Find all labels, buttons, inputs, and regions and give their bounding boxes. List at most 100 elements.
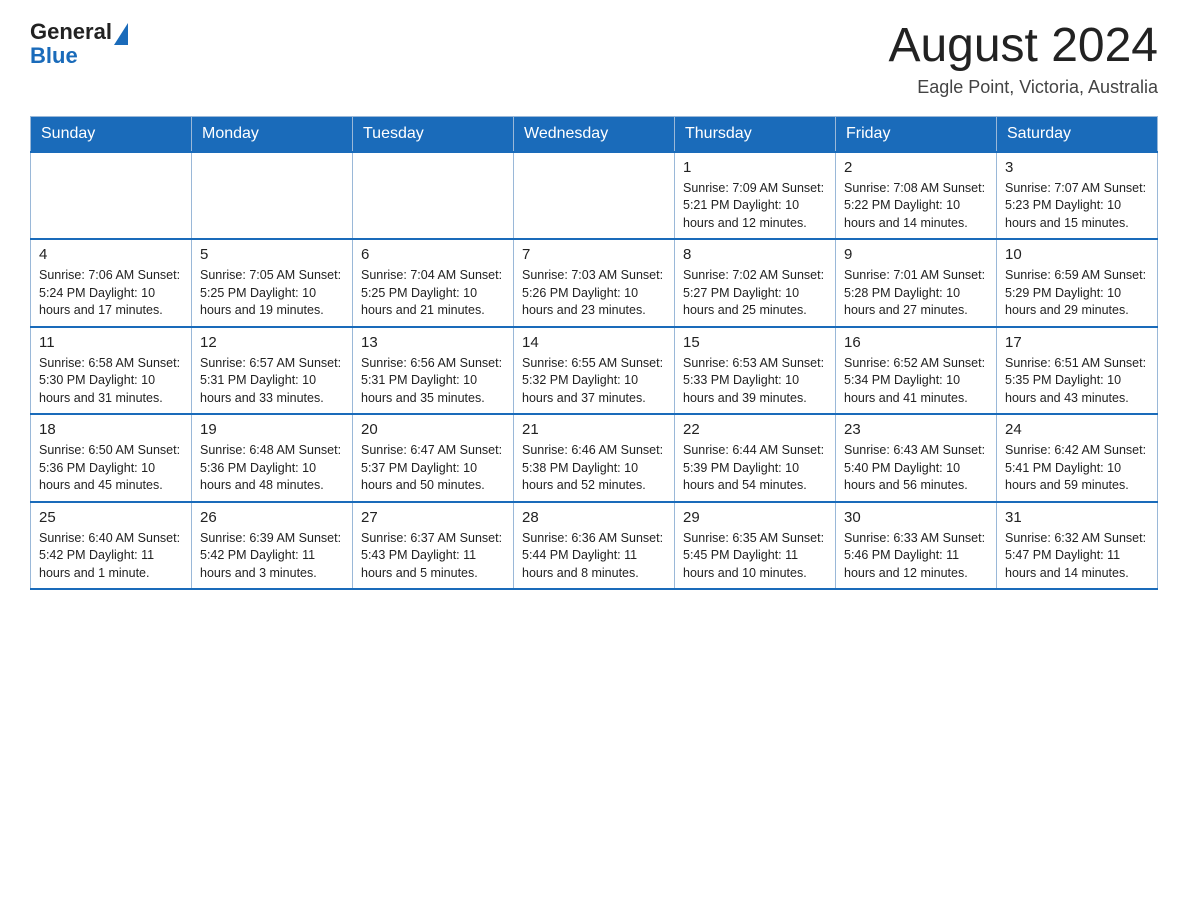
day-number: 29 — [683, 509, 827, 526]
day-info: Sunrise: 6:57 AM Sunset: 5:31 PM Dayligh… — [200, 355, 344, 408]
title-area: August 2024 Eagle Point, Victoria, Austr… — [888, 20, 1158, 98]
calendar-cell — [192, 152, 353, 240]
day-info: Sunrise: 7:04 AM Sunset: 5:25 PM Dayligh… — [361, 267, 505, 320]
calendar-cell: 6 Sunrise: 7:04 AM Sunset: 5:25 PM Daylig… — [353, 239, 514, 327]
day-info: Sunrise: 6:47 AM Sunset: 5:37 PM Dayligh… — [361, 442, 505, 495]
calendar-cell — [353, 152, 514, 240]
calendar-cell: 27Sunrise: 6:37 AM Sunset: 5:43 PM Dayli… — [353, 502, 514, 590]
day-number: 25 — [39, 509, 183, 526]
day-number: 4 — [39, 246, 183, 263]
calendar-cell: 14 Sunrise: 6:55 AM Sunset: 5:32 PM Dayli… — [514, 327, 675, 415]
calendar-cell: 24Sunrise: 6:42 AM Sunset: 5:41 PM Dayli… — [997, 414, 1158, 502]
calendar-table: SundayMondayTuesdayWednesdayThursdayFrid… — [30, 116, 1158, 591]
calendar-cell: 21 Sunrise: 6:46 AM Sunset: 5:38 PM Dayli… — [514, 414, 675, 502]
calendar-cell: 18Sunrise: 6:50 AM Sunset: 5:36 PM Dayli… — [31, 414, 192, 502]
day-number: 26 — [200, 509, 344, 526]
day-info: Sunrise: 6:36 AM Sunset: 5:44 PM Dayligh… — [522, 530, 666, 583]
calendar-cell: 15 Sunrise: 6:53 AM Sunset: 5:33 PM Dayli… — [675, 327, 836, 415]
logo-general-text: General — [30, 20, 112, 44]
day-number: 31 — [1005, 509, 1149, 526]
page-title: August 2024 — [888, 20, 1158, 73]
logo-triangle-icon — [114, 23, 128, 45]
day-info: Sunrise: 6:39 AM Sunset: 5:42 PM Dayligh… — [200, 530, 344, 583]
page-header: General Blue August 2024 Eagle Point, Vi… — [30, 20, 1158, 98]
calendar-cell: 17 Sunrise: 6:51 AM Sunset: 5:35 PM Dayli… — [997, 327, 1158, 415]
calendar-cell: 11Sunrise: 6:58 AM Sunset: 5:30 PM Dayli… — [31, 327, 192, 415]
logo: General Blue — [30, 20, 128, 68]
day-info: Sunrise: 7:08 AM Sunset: 5:22 PM Dayligh… — [844, 180, 988, 233]
calendar-cell: 13Sunrise: 6:56 AM Sunset: 5:31 PM Dayli… — [353, 327, 514, 415]
day-info: Sunrise: 6:37 AM Sunset: 5:43 PM Dayligh… — [361, 530, 505, 583]
page-subtitle: Eagle Point, Victoria, Australia — [888, 77, 1158, 98]
day-info: Sunrise: 6:53 AM Sunset: 5:33 PM Dayligh… — [683, 355, 827, 408]
calendar-cell: 7 Sunrise: 7:03 AM Sunset: 5:26 PM Daylig… — [514, 239, 675, 327]
day-info: Sunrise: 7:09 AM Sunset: 5:21 PM Dayligh… — [683, 180, 827, 233]
calendar-cell — [31, 152, 192, 240]
day-number: 30 — [844, 509, 988, 526]
calendar-cell: 29 Sunrise: 6:35 AM Sunset: 5:45 PM Dayli… — [675, 502, 836, 590]
calendar-header-tuesday: Tuesday — [353, 116, 514, 152]
calendar-cell: 10 Sunrise: 6:59 AM Sunset: 5:29 PM Dayli… — [997, 239, 1158, 327]
calendar-cell: 25Sunrise: 6:40 AM Sunset: 5:42 PM Dayli… — [31, 502, 192, 590]
calendar-header-monday: Monday — [192, 116, 353, 152]
day-info: Sunrise: 6:44 AM Sunset: 5:39 PM Dayligh… — [683, 442, 827, 495]
calendar-week-row: 25Sunrise: 6:40 AM Sunset: 5:42 PM Dayli… — [31, 502, 1158, 590]
day-number: 16 — [844, 334, 988, 351]
calendar-cell — [514, 152, 675, 240]
day-info: Sunrise: 6:35 AM Sunset: 5:45 PM Dayligh… — [683, 530, 827, 583]
day-info: Sunrise: 6:59 AM Sunset: 5:29 PM Dayligh… — [1005, 267, 1149, 320]
calendar-cell: 1 Sunrise: 7:09 AM Sunset: 5:21 PM Daylig… — [675, 152, 836, 240]
calendar-cell: 9 Sunrise: 7:01 AM Sunset: 5:28 PM Daylig… — [836, 239, 997, 327]
day-info: Sunrise: 6:50 AM Sunset: 5:36 PM Dayligh… — [39, 442, 183, 495]
day-info: Sunrise: 6:33 AM Sunset: 5:46 PM Dayligh… — [844, 530, 988, 583]
day-number: 11 — [39, 334, 183, 351]
day-info: Sunrise: 6:48 AM Sunset: 5:36 PM Dayligh… — [200, 442, 344, 495]
day-number: 1 — [683, 159, 827, 176]
calendar-cell: 30 Sunrise: 6:33 AM Sunset: 5:46 PM Dayli… — [836, 502, 997, 590]
day-info: Sunrise: 6:51 AM Sunset: 5:35 PM Dayligh… — [1005, 355, 1149, 408]
day-info: Sunrise: 6:43 AM Sunset: 5:40 PM Dayligh… — [844, 442, 988, 495]
day-number: 28 — [522, 509, 666, 526]
day-number: 21 — [522, 421, 666, 438]
day-number: 12 — [200, 334, 344, 351]
calendar-header-thursday: Thursday — [675, 116, 836, 152]
day-number: 9 — [844, 246, 988, 263]
day-number: 14 — [522, 334, 666, 351]
day-number: 15 — [683, 334, 827, 351]
calendar-cell: 19 Sunrise: 6:48 AM Sunset: 5:36 PM Dayli… — [192, 414, 353, 502]
day-info: Sunrise: 6:52 AM Sunset: 5:34 PM Dayligh… — [844, 355, 988, 408]
day-info: Sunrise: 7:03 AM Sunset: 5:26 PM Dayligh… — [522, 267, 666, 320]
day-info: Sunrise: 6:32 AM Sunset: 5:47 PM Dayligh… — [1005, 530, 1149, 583]
calendar-header-wednesday: Wednesday — [514, 116, 675, 152]
calendar-cell: 20Sunrise: 6:47 AM Sunset: 5:37 PM Dayli… — [353, 414, 514, 502]
calendar-header-sunday: Sunday — [31, 116, 192, 152]
day-info: Sunrise: 6:42 AM Sunset: 5:41 PM Dayligh… — [1005, 442, 1149, 495]
day-number: 10 — [1005, 246, 1149, 263]
day-number: 13 — [361, 334, 505, 351]
day-number: 19 — [200, 421, 344, 438]
day-number: 8 — [683, 246, 827, 263]
day-number: 7 — [522, 246, 666, 263]
day-number: 6 — [361, 246, 505, 263]
day-info: Sunrise: 7:01 AM Sunset: 5:28 PM Dayligh… — [844, 267, 988, 320]
day-info: Sunrise: 7:06 AM Sunset: 5:24 PM Dayligh… — [39, 267, 183, 320]
calendar-cell: 26 Sunrise: 6:39 AM Sunset: 5:42 PM Dayli… — [192, 502, 353, 590]
day-info: Sunrise: 6:55 AM Sunset: 5:32 PM Dayligh… — [522, 355, 666, 408]
calendar-week-row: 1 Sunrise: 7:09 AM Sunset: 5:21 PM Daylig… — [31, 152, 1158, 240]
calendar-header-friday: Friday — [836, 116, 997, 152]
day-number: 3 — [1005, 159, 1149, 176]
calendar-cell: 4 Sunrise: 7:06 AM Sunset: 5:24 PM Daylig… — [31, 239, 192, 327]
calendar-cell: 5Sunrise: 7:05 AM Sunset: 5:25 PM Daylig… — [192, 239, 353, 327]
day-info: Sunrise: 7:02 AM Sunset: 5:27 PM Dayligh… — [683, 267, 827, 320]
day-number: 2 — [844, 159, 988, 176]
calendar-cell: 3Sunrise: 7:07 AM Sunset: 5:23 PM Daylig… — [997, 152, 1158, 240]
calendar-cell: 8 Sunrise: 7:02 AM Sunset: 5:27 PM Daylig… — [675, 239, 836, 327]
day-info: Sunrise: 6:46 AM Sunset: 5:38 PM Dayligh… — [522, 442, 666, 495]
calendar-header-row: SundayMondayTuesdayWednesdayThursdayFrid… — [31, 116, 1158, 152]
day-number: 17 — [1005, 334, 1149, 351]
calendar-week-row: 18Sunrise: 6:50 AM Sunset: 5:36 PM Dayli… — [31, 414, 1158, 502]
calendar-week-row: 11Sunrise: 6:58 AM Sunset: 5:30 PM Dayli… — [31, 327, 1158, 415]
calendar-cell: 22 Sunrise: 6:44 AM Sunset: 5:39 PM Dayli… — [675, 414, 836, 502]
day-number: 22 — [683, 421, 827, 438]
calendar-cell: 31 Sunrise: 6:32 AM Sunset: 5:47 PM Dayli… — [997, 502, 1158, 590]
